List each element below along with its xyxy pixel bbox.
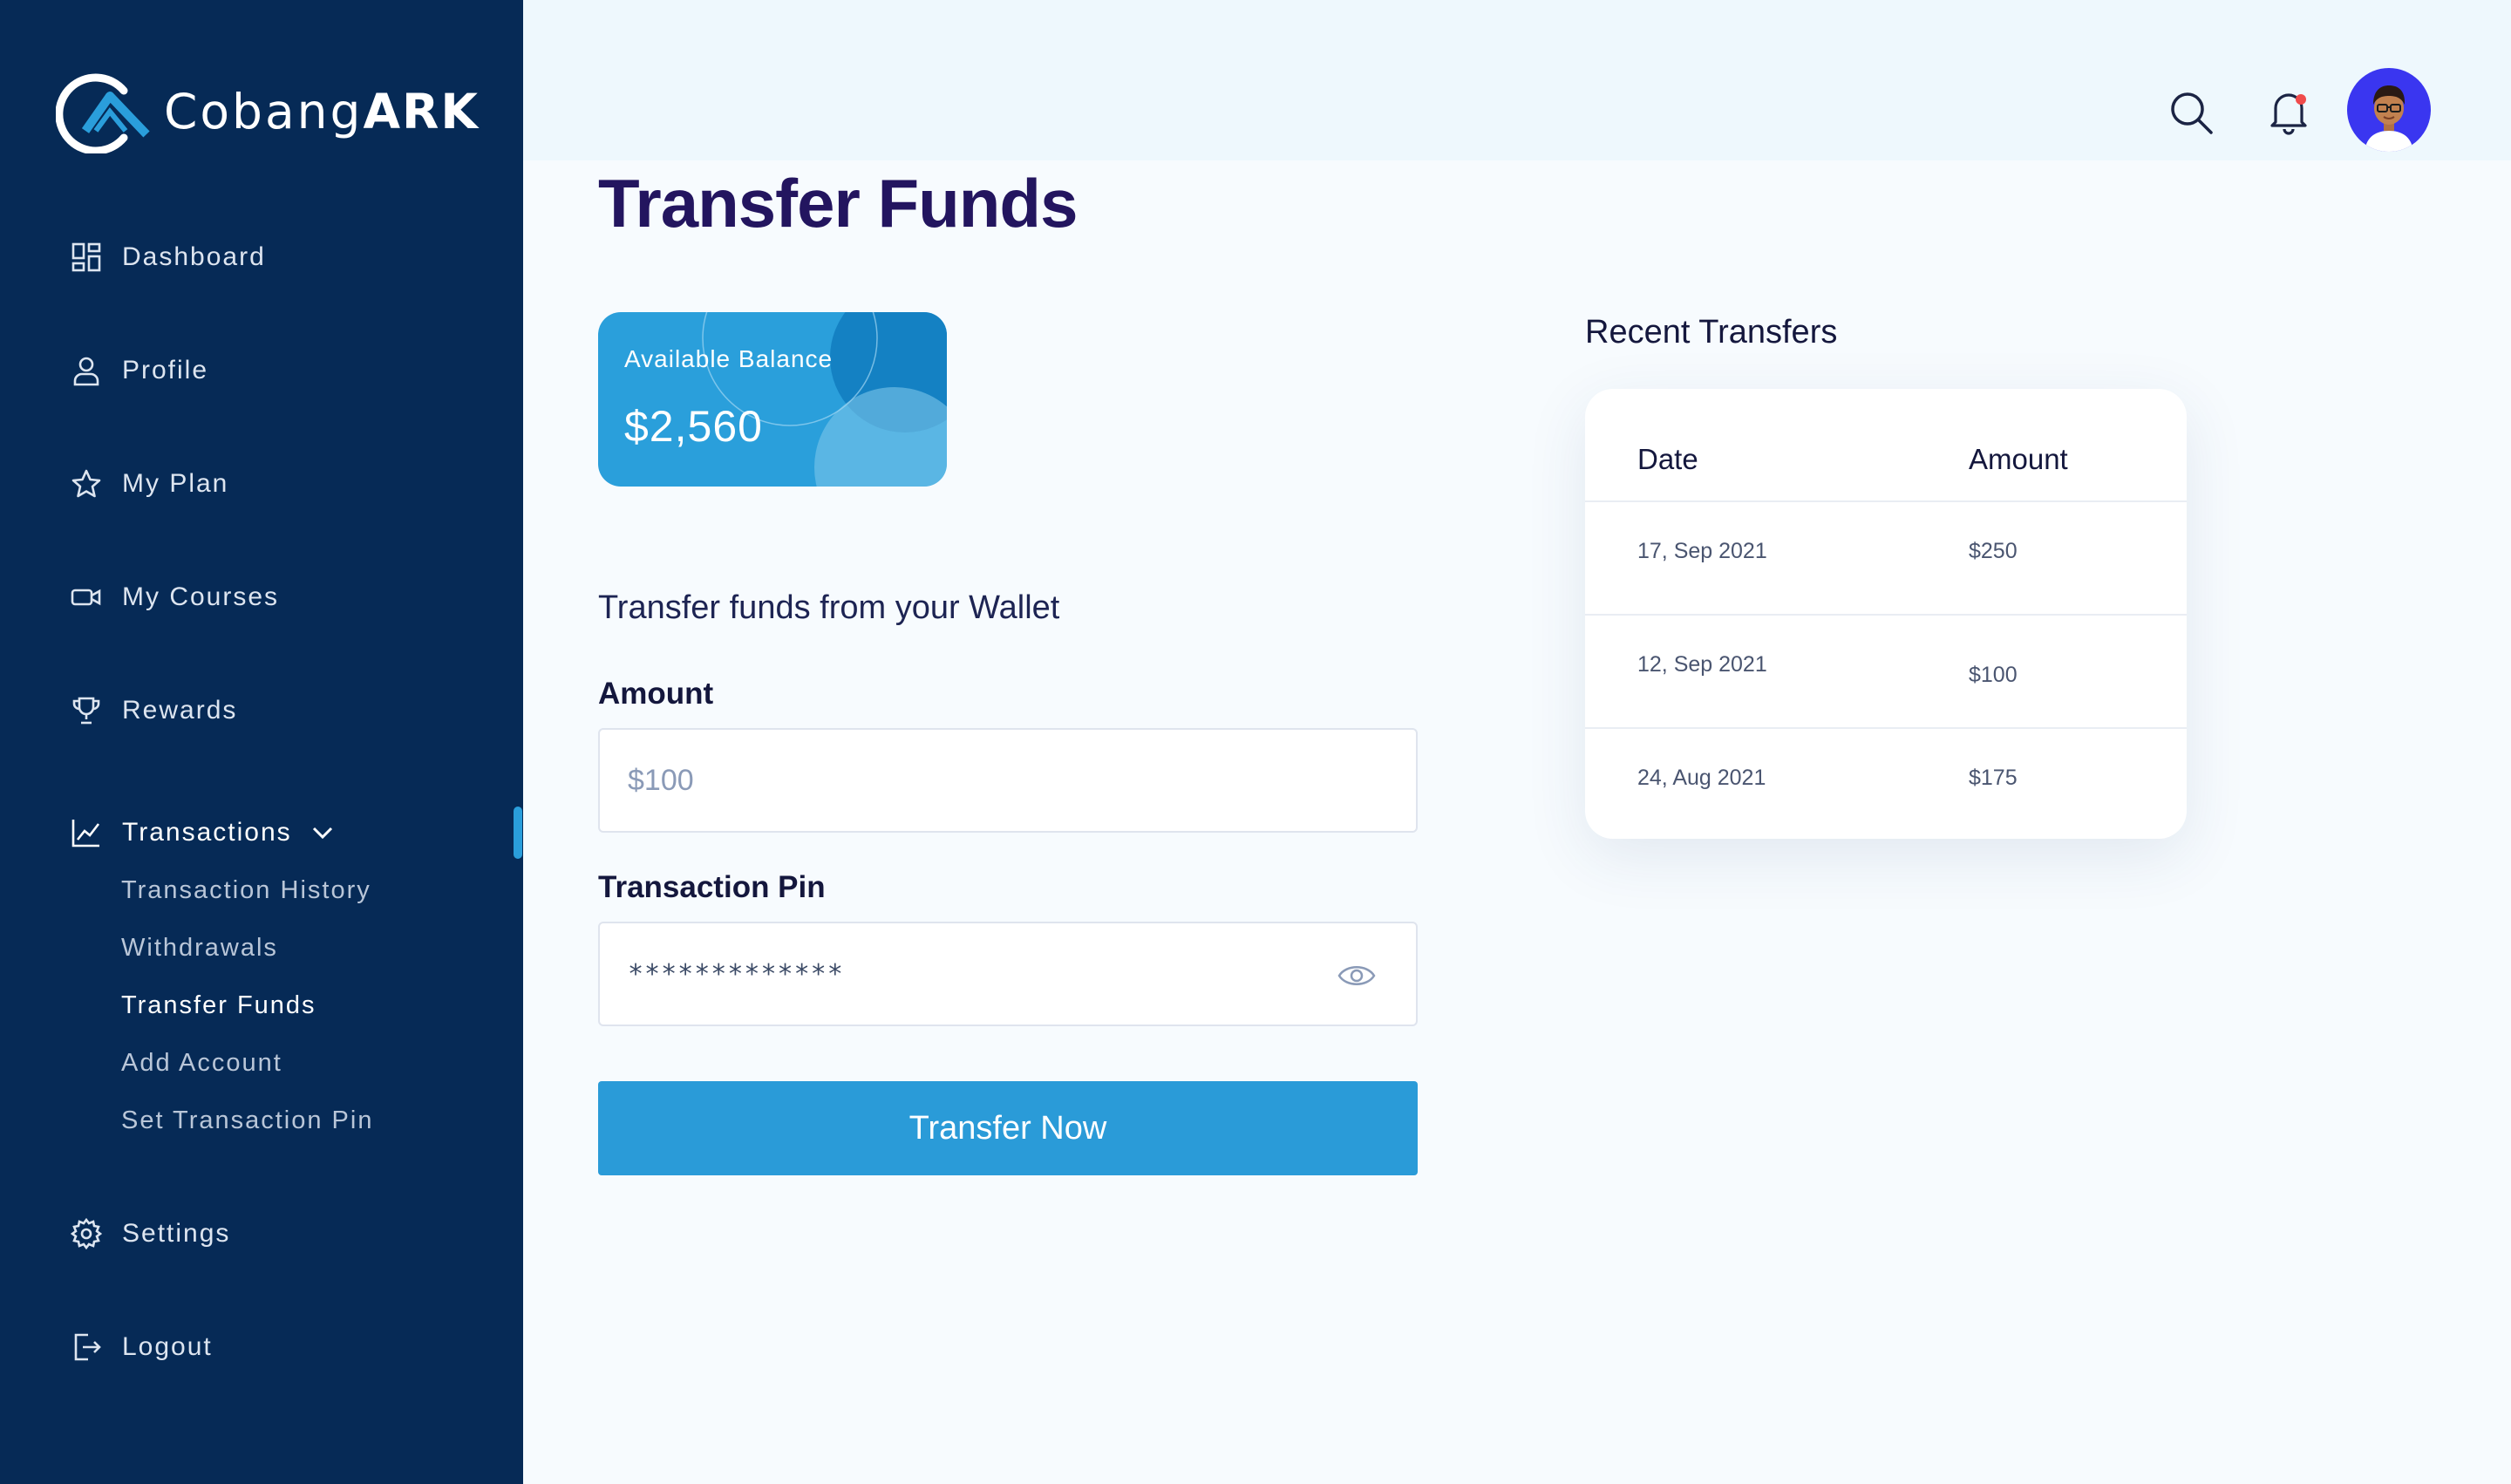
sidebar-item-rewards[interactable]: Rewards: [70, 684, 237, 737]
row-divider: [1585, 500, 2187, 502]
row-amount: $100: [1969, 663, 2018, 687]
subnav-add-account[interactable]: Add Account: [121, 1049, 282, 1078]
balance-card: Available Balance $2,560: [598, 312, 947, 487]
trophy-icon: [70, 694, 103, 727]
brand-logo-icon: [56, 73, 150, 153]
pin-field: [598, 922, 1418, 1026]
sidebar-item-label: Transactions: [122, 818, 292, 847]
amount-label: Amount: [598, 677, 714, 711]
sidebar-item-label: My Courses: [122, 582, 280, 611]
sidebar-item-logout[interactable]: Logout: [70, 1321, 213, 1373]
brand-logo[interactable]: CobangARK: [56, 68, 480, 155]
page-title: Transfer Funds: [598, 165, 1078, 242]
chevron-down-icon: [312, 827, 332, 840]
active-indicator: [514, 807, 522, 859]
sidebar: CobangARK Dashboard Profile My Plan My C…: [0, 0, 523, 1484]
sidebar-item-profile[interactable]: Profile: [70, 344, 208, 397]
logout-icon: [70, 1331, 103, 1364]
pin-input[interactable]: [628, 958, 1325, 990]
video-icon: [70, 581, 103, 614]
subnav-transaction-history[interactable]: Transaction History: [121, 876, 371, 905]
notification-dot: [2296, 94, 2306, 105]
sidebar-item-dashboard[interactable]: Dashboard: [70, 231, 266, 283]
sidebar-item-label: Settings: [122, 1219, 231, 1248]
row-date: 17, Sep 2021: [1637, 539, 1767, 563]
eye-icon[interactable]: [1337, 962, 1376, 990]
search-icon[interactable]: [2167, 89, 2215, 136]
amount-input[interactable]: [628, 763, 1325, 798]
star-icon: [70, 467, 103, 500]
brand-name: CobangARK: [164, 84, 480, 140]
pin-label: Transaction Pin: [598, 870, 826, 904]
top-bar: [523, 0, 2511, 160]
row-date: 12, Sep 2021: [1637, 652, 1767, 677]
recent-transfers-title: Recent Transfers: [1585, 314, 1838, 351]
notification-bell-icon[interactable]: [2267, 87, 2310, 136]
sidebar-item-label: Profile: [122, 356, 209, 385]
sidebar-item-label: My Plan: [122, 469, 229, 498]
row-date: 24, Aug 2021: [1637, 766, 1766, 790]
subnav-transfer-funds[interactable]: Transfer Funds: [121, 991, 316, 1020]
sidebar-item-transactions[interactable]: Transactions: [70, 807, 336, 859]
row-divider: [1585, 614, 2187, 616]
gear-icon: [70, 1217, 103, 1250]
amount-field: [598, 728, 1418, 833]
column-header-amount: Amount: [1969, 443, 2068, 475]
transfer-now-button[interactable]: Transfer Now: [598, 1081, 1418, 1175]
chart-icon: [70, 816, 103, 849]
row-amount: $250: [1969, 539, 2018, 563]
balance-label: Available Balance: [624, 345, 834, 372]
dashboard-icon: [70, 241, 103, 274]
sidebar-item-label: Dashboard: [122, 242, 266, 271]
row-divider: [1585, 727, 2187, 729]
form-section-title: Transfer funds from your Wallet: [598, 589, 1060, 626]
sidebar-item-label: Rewards: [122, 696, 238, 725]
balance-value: $2,560: [624, 402, 763, 451]
row-amount: $175: [1969, 766, 2018, 790]
recent-transfers-table: Date Amount 17, Sep 2021 $250 12, Sep 20…: [1585, 389, 2187, 839]
card-decoration: [702, 312, 947, 487]
subnav-withdrawals[interactable]: Withdrawals: [121, 934, 278, 963]
sidebar-item-settings[interactable]: Settings: [70, 1208, 230, 1260]
sidebar-item-label: Logout: [122, 1332, 213, 1361]
sidebar-item-my-plan[interactable]: My Plan: [70, 458, 228, 510]
sidebar-item-my-courses[interactable]: My Courses: [70, 571, 279, 623]
column-header-date: Date: [1637, 443, 1698, 475]
user-icon: [70, 354, 103, 387]
subnav-set-transaction-pin[interactable]: Set Transaction Pin: [121, 1106, 373, 1135]
avatar[interactable]: [2347, 68, 2431, 152]
